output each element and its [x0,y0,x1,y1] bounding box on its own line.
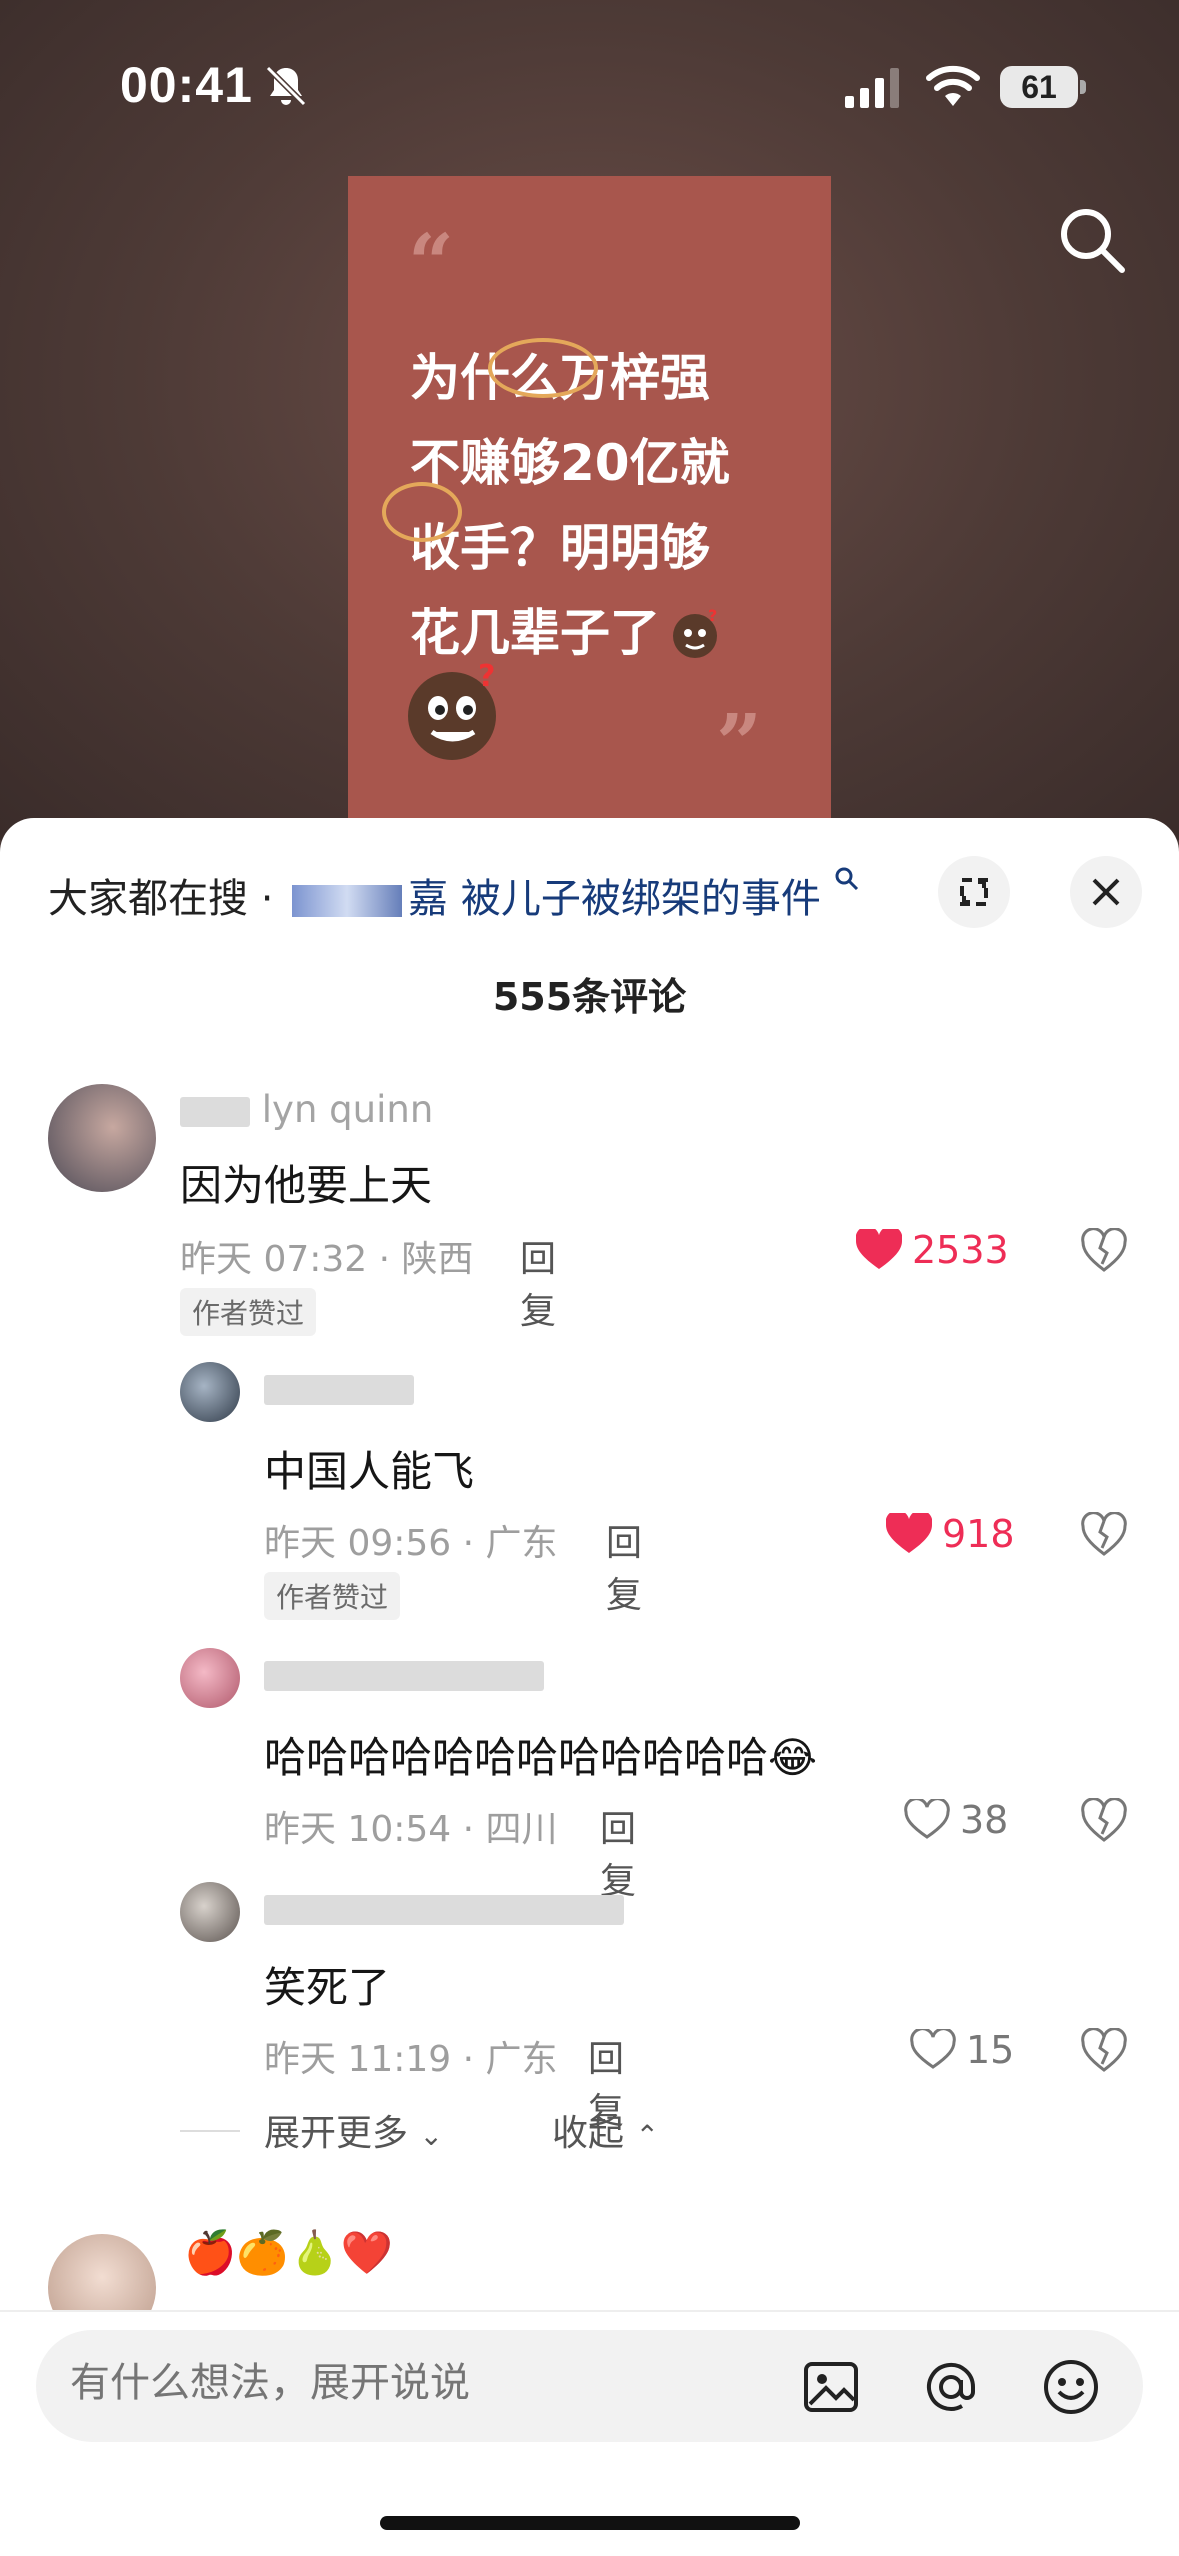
collapse-label: 收起 [552,2113,625,2154]
author-liked-badge: 作者赞过 [264,1572,401,1620]
comment-username[interactable] [264,1652,544,1695]
image-icon[interactable] [802,2358,860,2416]
expand-more-label: 展开更多 [264,2113,409,2154]
comment-meta: 昨天 11:19 · 广东 [264,2039,558,2080]
chevron-up-icon: ⌃ [635,2119,659,2152]
blurred-name [264,1894,624,1925]
open-quote-mark: “ [408,216,455,310]
highlight-circle [382,482,462,542]
bell-muted-icon [265,65,307,107]
close-icon [1092,878,1120,906]
wifi-icon [926,65,980,106]
blurred-name [264,1660,544,1691]
search-icon[interactable] [1058,206,1128,276]
card-line-3: 收手？明明够 [410,519,710,577]
heart-filled-icon [886,1513,932,1553]
trending-prefix: 大家都在搜 · [48,876,287,922]
card-headline: 为什么万梓强 不赚够20亿就 收手？明明够 花几辈子了 ? [410,336,790,676]
like-button[interactable]: 15 [910,2028,1014,2072]
comment-username[interactable] [264,1366,414,1409]
collapse-button[interactable]: 收起 ⌃ [552,2104,659,2156]
expand-icon [960,878,988,906]
broken-heart-icon[interactable] [1080,1228,1128,1276]
avatar[interactable] [180,1362,240,1422]
avatar[interactable] [180,1882,240,1942]
blurred-name [180,1096,250,1127]
comment-username[interactable] [264,1886,624,1929]
like-count: 918 [942,1512,1015,1556]
comment-text: 笑死了 [264,1963,391,2012]
trending-query: 嘉 被儿子被绑架的事件 [408,876,821,922]
search-small-icon [835,867,858,891]
home-indicator[interactable] [380,2516,800,2530]
expand-sheet-button[interactable] [938,856,1010,928]
comment-text: 🍎🍊🍐❤️ [184,2228,394,2277]
card-line-1: 为什么万梓强 [410,349,710,407]
highlight-circle [488,338,598,398]
cellular-signal-icon [845,68,899,108]
divider-line [180,2130,240,2132]
card-line-2: 不赚够20亿就 [410,434,730,492]
author-liked-badge: 作者赞过 [180,1288,317,1336]
video-text-card: “ 为什么万梓强 不赚够20亿就 收手？明明够 花几辈子了 ? ? ” [348,176,831,840]
comment-sheet: 大家都在搜 · 嘉 被儿子被绑架的事件 555条评论 lyn quinn 因为他… [0,818,1179,2556]
comment-text: 因为他要上天 [180,1161,433,1210]
broken-heart-icon[interactable] [1080,1798,1128,1846]
like-count: 15 [966,2028,1015,2072]
heart-outline-icon [904,1799,950,1839]
comment-text: 中国人能飞 [264,1447,475,1496]
like-count: 38 [960,1798,1009,1842]
comment-meta: 昨天 07:32 · 陕西 [180,1239,474,1280]
svg-text:?: ? [708,607,717,625]
avatar[interactable] [48,1084,156,1192]
close-sheet-button[interactable] [1070,856,1142,928]
blurred-name [264,1374,414,1405]
broken-heart-icon[interactable] [1080,1512,1128,1560]
comment-input-box[interactable] [36,2330,1143,2442]
thinking-face-icon: ? [673,607,717,658]
blurred-text [292,885,403,917]
heart-outline-icon [910,2029,956,2069]
comment-meta: 昨天 09:56 · 广东 [264,1523,558,1564]
comment-input[interactable] [70,2360,770,2406]
comment-meta: 昨天 10:54 · 四川 [264,1809,558,1850]
like-button[interactable]: 918 [886,1512,1015,1556]
reply-button[interactable]: 回复 [520,1230,556,1334]
battery-indicator: 61 [1000,66,1078,108]
status-time: 00:41 [120,57,253,113]
reply-button[interactable]: 回复 [606,1514,642,1618]
trending-search-link[interactable]: 大家都在搜 · 嘉 被儿子被绑架的事件 [48,866,860,924]
like-count: 2533 [912,1228,1009,1272]
battery-nub [1080,80,1086,94]
expand-more-button[interactable]: 展开更多 ⌄ [264,2104,443,2156]
comment-username-text: lyn quinn [261,1088,434,1131]
heart-filled-icon [856,1229,902,1269]
close-quote-mark: ” [716,696,763,790]
status-bar: 00:41 61 [0,0,1179,140]
like-button[interactable]: 2533 [856,1228,1009,1272]
comment-username[interactable]: lyn quinn [180,1088,433,1131]
comment-text: 哈哈哈哈哈哈哈哈哈哈哈哈😂 [264,1733,818,1782]
avatar[interactable] [180,1648,240,1708]
broken-heart-icon[interactable] [1080,2028,1128,2076]
svg-text:?: ? [478,659,495,694]
mention-icon[interactable] [922,2358,980,2416]
comment-count: 555条评论 [492,975,687,1019]
like-button[interactable]: 38 [904,1798,1008,1842]
chevron-down-icon: ⌄ [419,2119,443,2152]
emoji-icon[interactable] [1042,2358,1100,2416]
confused-face-icon: ? [408,659,496,760]
